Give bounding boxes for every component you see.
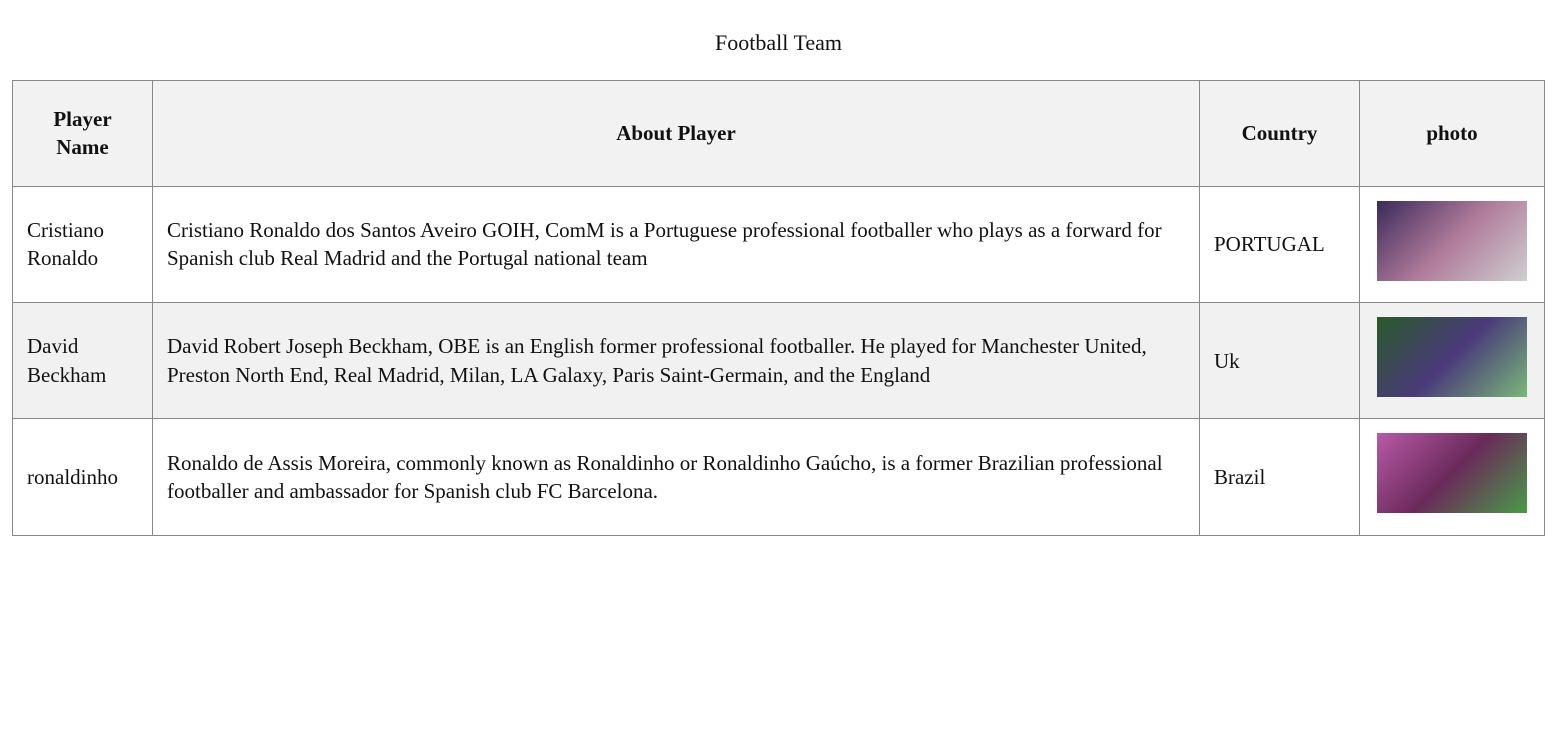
cell-photo [1360, 303, 1545, 419]
cell-country: PORTUGAL [1200, 186, 1360, 302]
cell-about: Ronaldo de Assis Moreira, commonly known… [153, 419, 1200, 535]
player-photo [1377, 317, 1527, 397]
cell-about: Cristiano Ronaldo dos Santos Aveiro GOIH… [153, 186, 1200, 302]
players-table: Player Name About Player Country photo C… [12, 80, 1545, 536]
cell-player-name: Cristiano Ronaldo [13, 186, 153, 302]
cell-about: David Robert Joseph Beckham, OBE is an E… [153, 303, 1200, 419]
cell-country: Brazil [1200, 419, 1360, 535]
table-header-row: Player Name About Player Country photo [13, 81, 1545, 187]
table-row: Cristiano Ronaldo Cristiano Ronaldo dos … [13, 186, 1545, 302]
cell-country: Uk [1200, 303, 1360, 419]
table-row: ronaldinho Ronaldo de Assis Moreira, com… [13, 419, 1545, 535]
header-player-name: Player Name [13, 81, 153, 187]
cell-photo [1360, 419, 1545, 535]
cell-player-name: ronaldinho [13, 419, 153, 535]
page-title: Football Team [12, 30, 1545, 56]
player-photo [1377, 201, 1527, 281]
player-photo [1377, 433, 1527, 513]
table-row: David Beckham David Robert Joseph Beckha… [13, 303, 1545, 419]
cell-player-name: David Beckham [13, 303, 153, 419]
header-country: Country [1200, 81, 1360, 187]
header-about-player: About Player [153, 81, 1200, 187]
cell-photo [1360, 186, 1545, 302]
header-photo: photo [1360, 81, 1545, 187]
